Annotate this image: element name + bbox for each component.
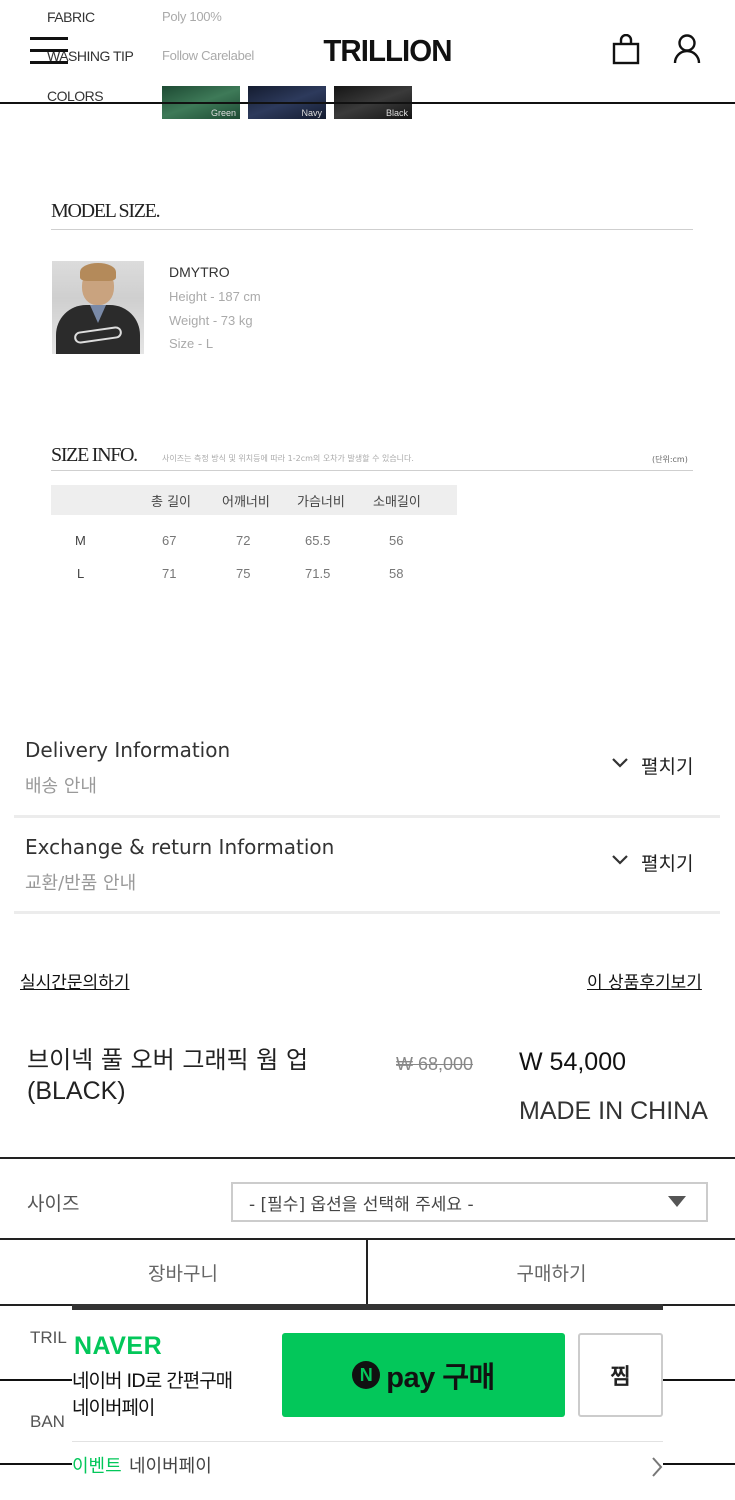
buy-button-label: 구매하기 xyxy=(516,1262,587,1285)
spec-value-washing: Follow Carelabel xyxy=(162,48,255,63)
wishlist-button-label: 찜 xyxy=(610,1365,631,1390)
size-header-length: 총 길이 xyxy=(151,495,192,510)
size-select-value: - [필수] 옵션을 선택해 주세요 - xyxy=(249,1194,474,1215)
live-inquiry-link[interactable]: 실시간문의하기 xyxy=(20,968,129,993)
size-option-label: 사이즈 xyxy=(27,1193,80,1215)
accordion-exchange[interactable]: Exchange & return Information 교환/반품 안내 펼… xyxy=(0,827,735,913)
divider xyxy=(72,1441,663,1442)
size-info-note: 사이즈는 측정 방식 및 위치등에 따라 1-2cm의 오차가 발생할 수 있습… xyxy=(162,454,414,463)
size-cell: 71.5 xyxy=(305,566,331,581)
divider xyxy=(51,229,693,230)
size-cell: 65.5 xyxy=(305,533,331,548)
size-cell: 72 xyxy=(236,533,251,548)
spec-label-fabric: FABRIC xyxy=(47,9,95,25)
size-header-sleeve: 소매길이 xyxy=(373,495,421,510)
size-cell: 67 xyxy=(162,533,177,548)
footer-menu-item[interactable]: BAN xyxy=(30,1412,65,1432)
naverpay-buy-button[interactable]: N pay 구매 xyxy=(282,1333,565,1417)
cart-button-label: 장바구니 xyxy=(148,1262,218,1285)
product-name: 브이넥 풀 오버 그래픽 웜 업 xyxy=(27,1046,309,1074)
spec-value-fabric: Poly 100% xyxy=(162,9,222,24)
accordion-toggle[interactable]: 펼치기 xyxy=(641,752,693,779)
model-height: Height - 187 cm xyxy=(169,289,261,304)
original-price: ₩ 68,000 xyxy=(396,1054,474,1074)
size-header-chest: 가슴너비 xyxy=(297,495,345,510)
size-row-label: L xyxy=(77,566,85,581)
size-cell: 71 xyxy=(162,566,177,581)
naverpay-button-label: pay 구매 xyxy=(386,1362,495,1394)
naverpay-top-bar xyxy=(72,1304,663,1310)
caret-down-icon xyxy=(668,1196,686,1207)
size-cell: 58 xyxy=(389,566,404,581)
shopping-bag-icon[interactable] xyxy=(611,34,641,66)
model-name: DMYTRO xyxy=(169,264,230,280)
chevron-down-icon xyxy=(612,855,628,865)
reviews-link[interactable]: 이 상품후기보기 xyxy=(587,968,702,993)
naverpay-n-icon: N xyxy=(352,1361,381,1389)
menu-icon[interactable] xyxy=(30,37,68,65)
accordion-delivery[interactable]: Delivery Information 배송 안내 펼치기 xyxy=(0,730,735,816)
accordion-title: Delivery Information xyxy=(25,738,231,762)
wishlist-button[interactable]: 찜 xyxy=(578,1333,663,1417)
add-to-cart-button[interactable]: 장바구니 xyxy=(0,1238,368,1306)
model-size: Size - L xyxy=(169,336,214,351)
naverpay-event-text[interactable]: 네이버페이 xyxy=(129,1452,212,1478)
header-divider xyxy=(0,102,735,104)
size-cell: 56 xyxy=(389,533,404,548)
product-variant: (BLACK) xyxy=(27,1077,126,1105)
accordion-title: Exchange & return Information xyxy=(25,835,335,859)
origin-label: MADE IN CHINA xyxy=(519,1097,708,1125)
footer-menu-item[interactable]: TRIL xyxy=(30,1328,67,1348)
site-logo[interactable]: TRILLION xyxy=(323,33,452,69)
model-photo xyxy=(52,261,144,354)
model-size-title: MODEL SIZE. xyxy=(51,200,161,222)
naver-logo: NAVER xyxy=(74,1332,163,1360)
buy-now-button[interactable]: 구매하기 xyxy=(366,1238,735,1306)
color-swatch-label: Navy xyxy=(301,108,322,118)
accordion-toggle[interactable]: 펼치기 xyxy=(641,849,693,876)
size-header-shoulder: 어깨너비 xyxy=(222,495,270,510)
chevron-down-icon xyxy=(612,758,628,768)
chevron-right-icon[interactable] xyxy=(650,1456,664,1478)
naverpay-desc-1: 네이버 ID로 간편구매 xyxy=(72,1370,233,1392)
size-info-title: SIZE INFO. xyxy=(51,444,138,466)
size-cell: 75 xyxy=(236,566,251,581)
size-select[interactable]: - [필수] 옵션을 선택해 주세요 - xyxy=(231,1182,708,1222)
model-weight: Weight - 73 kg xyxy=(169,313,253,328)
accordion-subtitle: 배송 안내 xyxy=(25,776,97,797)
naverpay-desc-2: 네이버페이 xyxy=(72,1397,155,1419)
size-info-unit: (단위:cm) xyxy=(652,455,688,464)
color-swatch-label: Black xyxy=(385,108,408,118)
divider xyxy=(51,470,693,471)
divider xyxy=(14,815,720,818)
naverpay-event-label: 이벤트 xyxy=(72,1456,122,1477)
divider xyxy=(0,1157,735,1159)
accordion-subtitle: 교환/반품 안내 xyxy=(25,873,137,894)
divider xyxy=(14,911,720,914)
color-swatch-label: Green xyxy=(210,108,236,118)
sale-price: W 54,000 xyxy=(519,1048,627,1076)
user-icon[interactable] xyxy=(672,33,702,65)
size-row-label: M xyxy=(75,533,86,548)
